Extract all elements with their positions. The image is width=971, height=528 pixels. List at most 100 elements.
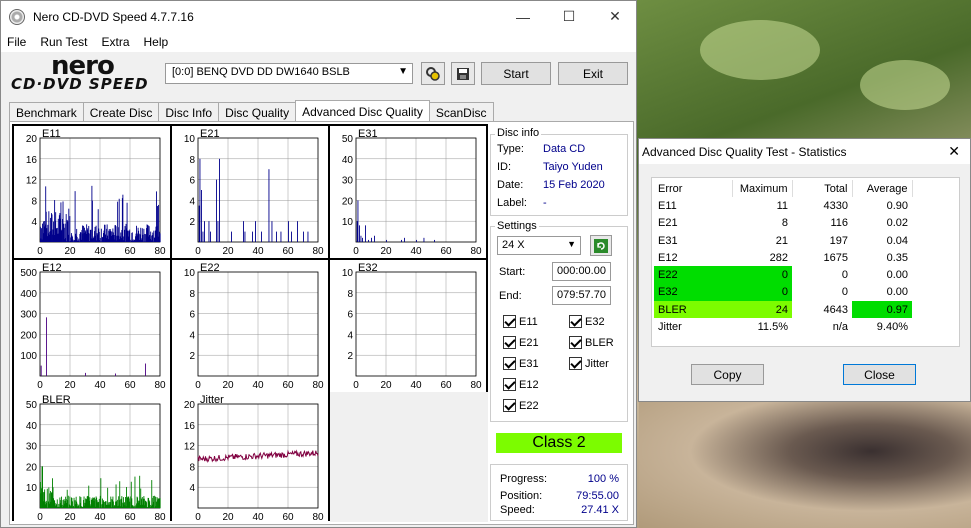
checkbox-e32[interactable]: E32 [569, 315, 605, 328]
speed-select[interactable]: 24 X ▼ [497, 236, 581, 255]
disc-label-row: Label: - [497, 197, 627, 211]
checkbox-e12[interactable]: E12 [503, 378, 539, 391]
data-bar [243, 221, 244, 242]
data-bar [103, 501, 105, 508]
disc-date-label: Date: [497, 179, 524, 191]
checkbox-bler-label: BLER [585, 336, 614, 349]
data-bar [368, 239, 369, 242]
data-bar [231, 231, 232, 242]
table-row: E22 0 0 0.00 [654, 266, 912, 284]
settings-title: Settings [495, 220, 539, 232]
graph-e31: E31 0 20 40 60 80 10 20 30 40 50 [330, 126, 486, 258]
checkbox-e31[interactable]: E31 [503, 357, 539, 370]
y-tick-label: 30 [342, 176, 354, 187]
drive-value: [0:0] BENQ DVD DD DW1640 BSLB [172, 66, 350, 78]
checkbox-e11[interactable]: E11 [503, 315, 538, 328]
y-tick-label: 40 [342, 155, 354, 166]
maximize-button[interactable]: ☐ [546, 1, 592, 32]
minimize-button[interactable]: — [500, 1, 546, 32]
statistics-dialog: Advanced Disc Quality Test - Statistics … [638, 138, 971, 402]
disc-date-row: Date: 15 Feb 2020 [497, 179, 627, 193]
chain-icon [426, 66, 440, 81]
data-bar [122, 194, 124, 242]
graph-e32: E32 0 20 40 60 80 2 4 6 8 10 [330, 260, 486, 392]
progress-value: 100 % [587, 473, 619, 485]
data-bar [143, 228, 145, 242]
x-tick-label: 0 [353, 246, 359, 257]
menu-help[interactable]: Help [144, 35, 169, 49]
exit-button[interactable]: Exit [558, 62, 628, 85]
start-button[interactable]: Start [481, 62, 551, 85]
close-icon[interactable]: ✕ [948, 143, 960, 160]
col-maximum: Maximum [732, 180, 793, 198]
table-row: E11 11 4330 0.90 [654, 197, 912, 214]
x-tick-label: 60 [282, 512, 294, 523]
menu-file[interactable]: File [7, 35, 26, 49]
x-tick-label: 40 [252, 512, 264, 523]
x-tick-label: 80 [470, 380, 482, 391]
y-tick-label: 500 [20, 268, 37, 279]
tab-disc-quality[interactable]: Disc Quality [218, 102, 297, 121]
checkbox-e21[interactable]: E21 [503, 336, 539, 349]
y-tick-label: 12 [184, 442, 196, 453]
checkbox-bler[interactable]: BLER [569, 336, 614, 349]
table-cell: 0.35 [886, 251, 908, 264]
data-bar [201, 190, 202, 242]
tab-advanced-disc-quality[interactable]: Advanced Disc Quality [295, 100, 430, 121]
y-tick-label: 8 [189, 289, 195, 300]
background-photo [639, 400, 971, 528]
checkbox-e22[interactable]: E22 [503, 399, 539, 412]
end-input[interactable]: 079:57.70 [552, 286, 611, 305]
table-row: E12 282 1675 0.35 [654, 249, 912, 266]
data-bar [216, 179, 217, 242]
x-tick-label: 20 [64, 512, 76, 523]
check-icon [503, 336, 516, 349]
data-bar [149, 500, 151, 508]
table-cell: BLER [654, 301, 732, 319]
y-tick-label: 6 [347, 310, 353, 321]
refresh-speed-button[interactable] [590, 235, 612, 256]
disc-type-row: Type: Data CD [497, 143, 627, 157]
table-cell: 197 [829, 234, 848, 247]
data-bar [202, 231, 204, 242]
copy-button[interactable]: Copy [691, 364, 764, 385]
data-bar [146, 506, 148, 508]
data-bar [151, 480, 153, 508]
table-cell: 9.40% [876, 321, 908, 334]
tab-scandisc[interactable]: ScanDisc [428, 102, 494, 121]
table-cell: 11.5% [757, 321, 788, 334]
x-tick-label: 60 [282, 380, 294, 391]
save-button[interactable] [451, 62, 475, 85]
statistics-title: Advanced Disc Quality Test - Statistics [642, 144, 847, 159]
y-tick-label: 6 [189, 176, 195, 187]
checkbox-e21-label: E21 [519, 336, 539, 349]
start-input[interactable]: 000:00.00 [552, 262, 611, 281]
close-dialog-button[interactable]: Close [843, 364, 916, 385]
position-value: 79:55.00 [576, 490, 619, 502]
menu-run-test[interactable]: Run Test [40, 35, 87, 49]
graph-bler: BLER 0 20 40 60 80 10 20 30 40 50 [14, 392, 170, 524]
data-bar [204, 221, 205, 242]
data-bar [115, 373, 116, 376]
data-bar [252, 231, 253, 242]
refresh-icon [594, 238, 608, 253]
tab-create-disc[interactable]: Create Disc [82, 102, 160, 121]
position-label: Position: [500, 490, 543, 502]
menu-extra[interactable]: Extra [101, 35, 129, 49]
data-bar [359, 225, 360, 242]
checkbox-jitter[interactable]: Jitter [569, 357, 609, 370]
tab-benchmark[interactable]: Benchmark [9, 102, 84, 121]
data-bar [94, 499, 96, 508]
y-tick-label: 4 [347, 330, 353, 341]
tab-disc-info[interactable]: Disc Info [158, 102, 220, 121]
table-row: Jitter 11.5% n/a 9.40% [654, 318, 912, 335]
close-button[interactable]: ✕ [592, 1, 638, 32]
y-tick-label: 6 [189, 310, 195, 321]
main-window: Nero CD-DVD Speed 4.7.7.16 — ☐ ✕ File Ru… [0, 0, 637, 528]
drive-select[interactable]: [0:0] BENQ DVD DD DW1640 BSLB ▼ [165, 63, 413, 84]
table-row: E32 0 0 0.00 [654, 283, 912, 302]
data-bar [65, 214, 67, 242]
drive-info-button[interactable] [421, 62, 445, 85]
table-cell: 0.00 [886, 269, 908, 282]
x-tick-label: 0 [37, 512, 43, 523]
